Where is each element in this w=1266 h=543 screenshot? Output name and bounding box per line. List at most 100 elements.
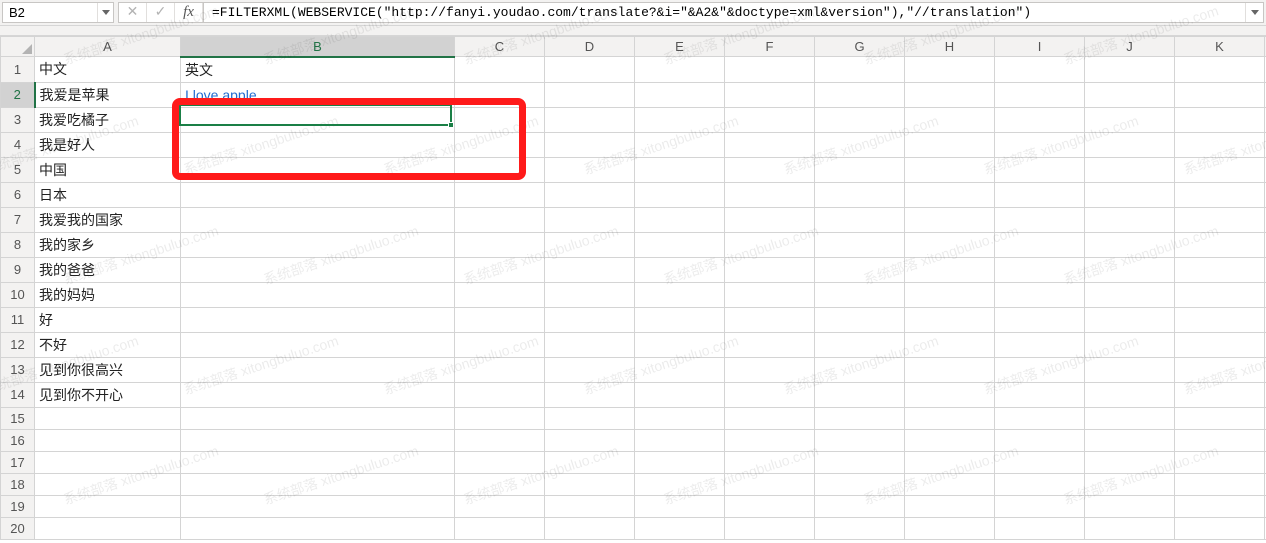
col-header-H[interactable]: H: [905, 37, 995, 57]
cell-G15[interactable]: [815, 407, 905, 429]
cell-F15[interactable]: [725, 407, 815, 429]
cell-K11[interactable]: [1175, 307, 1265, 332]
cell-F3[interactable]: [725, 107, 815, 132]
cell-K12[interactable]: [1175, 332, 1265, 357]
cell-I5[interactable]: [995, 157, 1085, 182]
cell-G18[interactable]: [815, 473, 905, 495]
cell-D7[interactable]: [545, 207, 635, 232]
cell-H2[interactable]: [905, 82, 995, 107]
cell-H5[interactable]: [905, 157, 995, 182]
cell-G5[interactable]: [815, 157, 905, 182]
cell-I12[interactable]: [995, 332, 1085, 357]
cell-B12[interactable]: [181, 332, 455, 357]
cell-E4[interactable]: [635, 132, 725, 157]
row-header-4[interactable]: 4: [1, 132, 35, 157]
row-header-1[interactable]: 1: [1, 57, 35, 83]
cell-D14[interactable]: [545, 382, 635, 407]
cell-H10[interactable]: [905, 282, 995, 307]
col-header-I[interactable]: I: [995, 37, 1085, 57]
cell-B6[interactable]: [181, 182, 455, 207]
row-header-18[interactable]: 18: [1, 473, 35, 495]
cell-E10[interactable]: [635, 282, 725, 307]
cell-I2[interactable]: [995, 82, 1085, 107]
cell-H15[interactable]: [905, 407, 995, 429]
cell-F13[interactable]: [725, 357, 815, 382]
cell-J4[interactable]: [1085, 132, 1175, 157]
cell-I11[interactable]: [995, 307, 1085, 332]
cell-K1[interactable]: [1175, 57, 1265, 83]
cell-C6[interactable]: [455, 182, 545, 207]
cell-K19[interactable]: [1175, 495, 1265, 517]
cell-A14[interactable]: 见到你不开心: [35, 382, 181, 407]
cell-J19[interactable]: [1085, 495, 1175, 517]
cell-D11[interactable]: [545, 307, 635, 332]
cell-K4[interactable]: [1175, 132, 1265, 157]
cell-D20[interactable]: [545, 517, 635, 539]
cell-A20[interactable]: [35, 517, 181, 539]
row-header-8[interactable]: 8: [1, 232, 35, 257]
cell-B3[interactable]: [181, 107, 455, 132]
cell-C2[interactable]: [455, 82, 545, 107]
cell-I4[interactable]: [995, 132, 1085, 157]
cell-F17[interactable]: [725, 451, 815, 473]
cell-E19[interactable]: [635, 495, 725, 517]
cell-E14[interactable]: [635, 382, 725, 407]
cell-J11[interactable]: [1085, 307, 1175, 332]
cell-C1[interactable]: [455, 57, 545, 83]
cell-H18[interactable]: [905, 473, 995, 495]
cell-J3[interactable]: [1085, 107, 1175, 132]
col-header-G[interactable]: G: [815, 37, 905, 57]
cell-A11[interactable]: 好: [35, 307, 181, 332]
cell-D16[interactable]: [545, 429, 635, 451]
cell-K10[interactable]: [1175, 282, 1265, 307]
cell-A19[interactable]: [35, 495, 181, 517]
row-header-11[interactable]: 11: [1, 307, 35, 332]
cell-K3[interactable]: [1175, 107, 1265, 132]
cell-G20[interactable]: [815, 517, 905, 539]
cell-B10[interactable]: [181, 282, 455, 307]
cell-F9[interactable]: [725, 257, 815, 282]
cell-K5[interactable]: [1175, 157, 1265, 182]
cell-I7[interactable]: [995, 207, 1085, 232]
cell-F5[interactable]: [725, 157, 815, 182]
cell-K13[interactable]: [1175, 357, 1265, 382]
cell-I10[interactable]: [995, 282, 1085, 307]
cell-B15[interactable]: [181, 407, 455, 429]
cell-G6[interactable]: [815, 182, 905, 207]
cell-C9[interactable]: [455, 257, 545, 282]
cell-B4[interactable]: [181, 132, 455, 157]
cell-J12[interactable]: [1085, 332, 1175, 357]
cell-E16[interactable]: [635, 429, 725, 451]
cell-H8[interactable]: [905, 232, 995, 257]
cell-G10[interactable]: [815, 282, 905, 307]
cell-C3[interactable]: [455, 107, 545, 132]
cell-J17[interactable]: [1085, 451, 1175, 473]
cell-A17[interactable]: [35, 451, 181, 473]
cell-B13[interactable]: [181, 357, 455, 382]
cell-K6[interactable]: [1175, 182, 1265, 207]
cell-B1[interactable]: 英文: [181, 57, 455, 83]
cell-B17[interactable]: [181, 451, 455, 473]
cell-D1[interactable]: [545, 57, 635, 83]
cell-G4[interactable]: [815, 132, 905, 157]
cell-H19[interactable]: [905, 495, 995, 517]
cell-K8[interactable]: [1175, 232, 1265, 257]
cell-J6[interactable]: [1085, 182, 1175, 207]
cell-E8[interactable]: [635, 232, 725, 257]
cell-C14[interactable]: [455, 382, 545, 407]
cell-H13[interactable]: [905, 357, 995, 382]
cell-H16[interactable]: [905, 429, 995, 451]
cell-A5[interactable]: 中国: [35, 157, 181, 182]
cell-G9[interactable]: [815, 257, 905, 282]
cell-E9[interactable]: [635, 257, 725, 282]
cell-K18[interactable]: [1175, 473, 1265, 495]
cell-F20[interactable]: [725, 517, 815, 539]
cell-A7[interactable]: 我爱我的国家: [35, 207, 181, 232]
select-all-corner[interactable]: [1, 37, 35, 57]
cell-H14[interactable]: [905, 382, 995, 407]
cell-C7[interactable]: [455, 207, 545, 232]
row-header-10[interactable]: 10: [1, 282, 35, 307]
cell-F14[interactable]: [725, 382, 815, 407]
cell-H20[interactable]: [905, 517, 995, 539]
cell-J7[interactable]: [1085, 207, 1175, 232]
